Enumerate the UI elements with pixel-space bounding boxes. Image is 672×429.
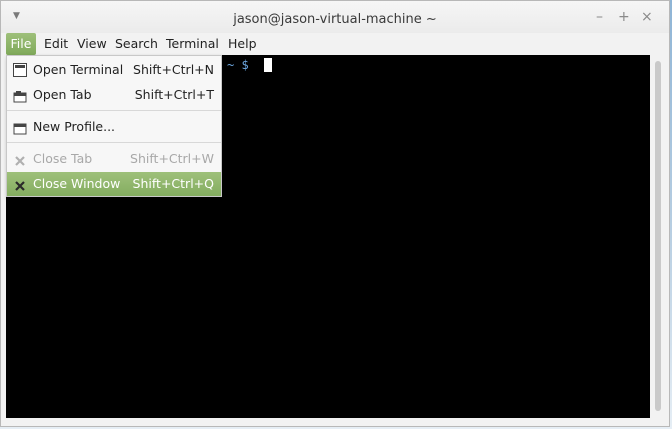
menu-item-label: New Profile...	[33, 119, 116, 134]
menu-item-label: Close Tab	[33, 151, 93, 166]
menu-view[interactable]: View	[77, 33, 107, 55]
close-icon	[13, 152, 27, 166]
title-bar[interactable]: ▼ jason@jason-virtual-machine ~ – + ×	[1, 1, 669, 33]
menu-item-new-profile[interactable]: New Profile...	[7, 115, 221, 139]
menu-item-close-window[interactable]: Close Window Shift+Ctrl+Q	[7, 172, 221, 196]
menu-edit[interactable]: Edit	[44, 33, 68, 55]
menu-terminal[interactable]: Terminal	[166, 33, 219, 55]
shell-prompt: ~ $	[227, 58, 249, 72]
menu-bar: File Edit View Search Terminal Help	[1, 33, 669, 55]
menu-item-shortcut: Shift+Ctrl+Q	[132, 176, 214, 191]
menu-item-shortcut: Shift+Ctrl+W	[130, 151, 214, 166]
menu-search[interactable]: Search	[115, 33, 158, 55]
close-icon[interactable]: ×	[641, 9, 653, 25]
scrollbar[interactable]	[653, 57, 664, 417]
file-menu-dropdown: Open Terminal Shift+Ctrl+N Open Tab Shif…	[6, 55, 222, 197]
minimize-icon[interactable]: –	[596, 9, 603, 25]
menu-item-label: Open Terminal	[33, 62, 124, 77]
menu-item-shortcut: Shift+Ctrl+T	[134, 87, 214, 102]
menu-separator	[7, 110, 221, 111]
terminal-window: ▼ jason@jason-virtual-machine ~ – + × Fi…	[0, 0, 670, 427]
menu-item-label: Open Tab	[33, 87, 92, 102]
menu-file[interactable]: File	[6, 33, 36, 55]
menu-help[interactable]: Help	[228, 33, 257, 55]
scroll-thumb[interactable]	[655, 61, 661, 411]
menu-item-shortcut: Shift+Ctrl+N	[133, 62, 214, 77]
terminal-icon	[13, 63, 27, 77]
maximize-icon[interactable]: +	[618, 9, 630, 25]
menu-item-open-terminal[interactable]: Open Terminal Shift+Ctrl+N	[7, 58, 221, 82]
new-tab-icon	[13, 88, 27, 103]
menu-item-open-tab[interactable]: Open Tab Shift+Ctrl+T	[7, 83, 221, 107]
menu-item-close-tab: Close Tab Shift+Ctrl+W	[7, 147, 221, 171]
close-icon	[13, 177, 27, 191]
text-cursor	[264, 58, 272, 72]
menu-separator	[7, 142, 221, 143]
profile-icon	[13, 120, 27, 135]
window-title: jason@jason-virtual-machine ~	[233, 12, 437, 27]
menu-item-label: Close Window	[33, 176, 121, 191]
